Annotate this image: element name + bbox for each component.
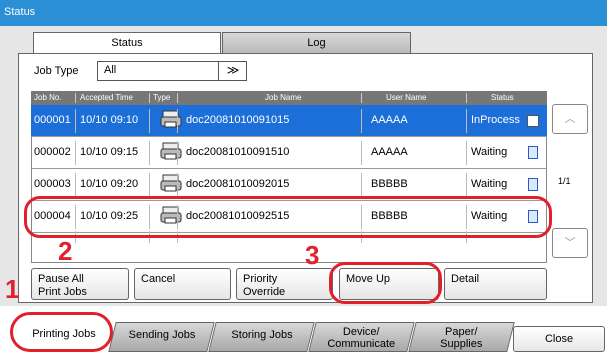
document-icon (528, 146, 538, 159)
callout-1: 1 (5, 274, 20, 304)
row-status: Waiting (471, 146, 508, 158)
tab-storing-jobs[interactable]: Storing Jobs (208, 322, 315, 352)
window-title: Status (0, 0, 607, 26)
header-job-no: Job No. (34, 93, 62, 102)
document-icon (528, 178, 538, 191)
chevron-down-icon[interactable]: ≫ (218, 61, 247, 81)
empty-row (31, 231, 547, 263)
row-job-no: 000004 (34, 210, 71, 222)
tab-storing-jobs-label: Storing Jobs (231, 329, 293, 341)
table-row[interactable]: 000003 10/10 09:20 doc20081010092015 BBB… (31, 169, 547, 201)
row-user: BBBBB (371, 178, 408, 190)
row-user: AAAAA (371, 146, 408, 158)
row-time: 10/10 09:15 (80, 146, 139, 158)
row-time: 10/10 09:25 (80, 210, 139, 222)
tab-log[interactable]: Log (222, 32, 411, 54)
callout-2: 2 (58, 236, 73, 266)
printer-icon (160, 142, 182, 160)
tab-sending-jobs[interactable]: Sending Jobs (108, 322, 215, 352)
row-user: AAAAA (371, 114, 408, 126)
cancel-button[interactable]: Cancel (134, 268, 231, 300)
tab-sending-jobs-label: Sending Jobs (128, 329, 196, 341)
row-job-no: 000001 (34, 114, 71, 126)
callout-3: 3 (305, 240, 320, 270)
tab-device-communicate-label: Device/ Communicate (327, 326, 396, 350)
detail-button[interactable]: Detail (444, 268, 547, 300)
table-header: Job No. Accepted Time Type Job Name User… (31, 91, 547, 105)
move-up-button[interactable]: Move Up (339, 268, 439, 300)
row-status: Waiting (471, 210, 508, 222)
row-job-name: doc20081010092015 (186, 178, 290, 190)
row-job-no: 000002 (34, 146, 71, 158)
checkbox[interactable] (527, 115, 539, 127)
tab-paper-supplies[interactable]: Paper/ Supplies (408, 322, 515, 352)
header-status: Status (491, 93, 514, 102)
row-job-name: doc20081010091015 (186, 114, 290, 126)
pause-all-print-jobs-button[interactable]: Pause All Print Jobs (31, 268, 129, 300)
document-icon (528, 210, 538, 223)
tab-printing-jobs[interactable]: Printing Jobs (16, 322, 112, 352)
printer-icon (160, 110, 182, 128)
header-type: Type (153, 93, 171, 102)
close-button[interactable]: Close (513, 326, 605, 352)
printer-icon (160, 206, 182, 224)
job-type-label: Job Type (34, 65, 79, 77)
row-job-no: 000003 (34, 178, 71, 190)
tab-device-communicate[interactable]: Device/ Communicate (308, 322, 415, 352)
tab-paper-supplies-label: Paper/ Supplies (440, 326, 483, 350)
row-job-name: doc20081010091510 (186, 146, 290, 158)
priority-override-button[interactable]: Priority Override (236, 268, 333, 300)
tab-status[interactable]: Status (33, 32, 221, 54)
page-indicator: 1/1 (558, 176, 571, 186)
scroll-down-button[interactable]: ﹀ (552, 228, 588, 258)
scroll-up-button[interactable]: ︿ (552, 104, 588, 134)
table-row[interactable]: 000004 10/10 09:25 doc20081010092515 BBB… (31, 201, 547, 233)
header-job-name: Job Name (265, 93, 302, 102)
table-row[interactable]: 000001 10/10 09:10 doc20081010091015 AAA… (31, 105, 547, 137)
header-user-name: User Name (386, 93, 427, 102)
row-time: 10/10 09:10 (80, 114, 139, 126)
row-status: InProcess (471, 114, 520, 126)
row-status: Waiting (471, 178, 508, 190)
row-time: 10/10 09:20 (80, 178, 139, 190)
table-row[interactable]: 000002 10/10 09:15 doc20081010091510 AAA… (31, 137, 547, 169)
header-accepted-time: Accepted Time (80, 93, 133, 102)
row-job-name: doc20081010092515 (186, 210, 290, 222)
printer-icon (160, 174, 182, 192)
row-user: BBBBB (371, 210, 408, 222)
